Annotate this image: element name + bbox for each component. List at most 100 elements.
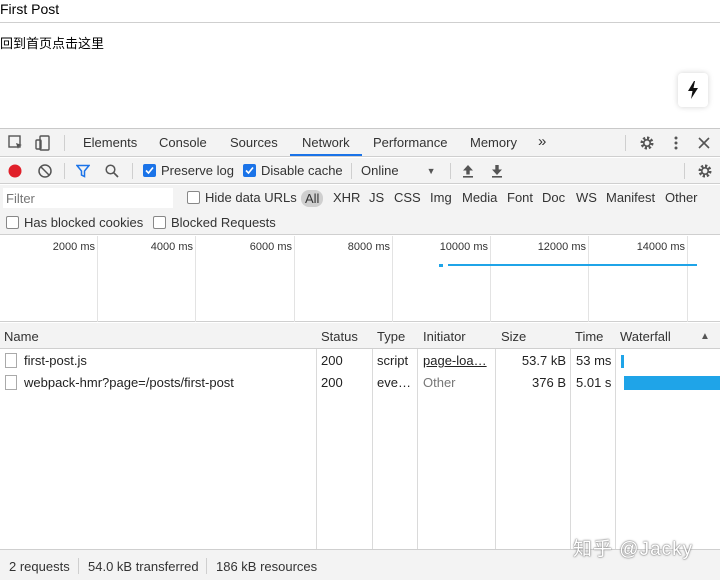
column-header-initiator[interactable]: Initiator: [423, 329, 466, 344]
checkbox-checked: [243, 164, 256, 177]
column-header-waterfall[interactable]: Waterfall: [620, 329, 671, 344]
tab-performance[interactable]: Performance: [373, 135, 447, 150]
page-content: First Post 回到首页点击这里: [0, 0, 720, 128]
record-icon[interactable]: [8, 164, 22, 178]
type-filter-manifest[interactable]: Manifest: [606, 190, 655, 205]
waterfall-bar: [621, 355, 624, 368]
table-row[interactable]: webpack-hmr?page=/posts/first-post 200 e…: [0, 372, 720, 394]
search-icon[interactable]: [105, 164, 119, 178]
requests-table: Name Status Type Initiator Size Time Wat…: [0, 323, 720, 549]
active-tab-indicator: [290, 154, 362, 156]
divider: [684, 163, 685, 179]
request-size: 376 B: [532, 375, 566, 390]
filter-input[interactable]: [3, 188, 173, 208]
type-filter-doc[interactable]: Doc: [542, 190, 565, 205]
tick-label: 2000 ms: [52, 241, 95, 253]
sort-ascending-icon[interactable]: ▲: [700, 331, 710, 342]
clear-icon[interactable]: [38, 164, 52, 178]
column-header-time[interactable]: Time: [575, 329, 603, 344]
column-header-type[interactable]: Type: [377, 329, 405, 344]
tab-elements[interactable]: Elements: [83, 135, 137, 150]
watermark: 知乎 @Jacky: [573, 539, 694, 560]
type-filter-img[interactable]: Img: [430, 190, 452, 205]
request-count: 2 requests: [9, 559, 70, 574]
request-bar: [448, 264, 697, 266]
preserve-log-checkbox[interactable]: Preserve log: [143, 163, 234, 178]
divider: [64, 135, 65, 151]
tab-sources[interactable]: Sources: [230, 135, 278, 150]
devtools-panel: Elements Console Sources Network Perform…: [0, 128, 720, 580]
disable-cache-checkbox[interactable]: Disable cache: [243, 163, 343, 178]
type-filter-js[interactable]: JS: [369, 190, 384, 205]
request-time: 53 ms: [576, 353, 612, 368]
gridline: [392, 236, 393, 322]
divider: [64, 163, 65, 179]
device-icon[interactable]: [34, 134, 52, 152]
request-name: webpack-hmr?page=/posts/first-post: [24, 375, 234, 390]
tab-memory[interactable]: Memory: [470, 135, 517, 150]
more-tabs-button[interactable]: »: [538, 133, 546, 150]
has-blocked-cookies-checkbox[interactable]: Has blocked cookies: [6, 215, 143, 230]
gear-icon[interactable]: [697, 163, 713, 179]
request-initiator-link[interactable]: page-loa…: [423, 353, 487, 368]
column-header-status[interactable]: Status: [321, 329, 358, 344]
resources-size: 186 kB resources: [216, 559, 318, 574]
close-icon[interactable]: [695, 134, 713, 152]
divider: [351, 163, 352, 179]
table-row[interactable]: first-post.js 200 script page-loa… 53.7 …: [0, 350, 720, 372]
divider: [625, 135, 626, 151]
tab-network[interactable]: Network: [302, 135, 350, 150]
waterfall-bar: [624, 376, 720, 390]
checkbox-unchecked: [6, 216, 19, 229]
inspect-icon[interactable]: [7, 134, 25, 152]
tick-label: 12000 ms: [537, 241, 586, 253]
gear-icon[interactable]: [638, 134, 656, 152]
type-filter-other[interactable]: Other: [665, 190, 698, 205]
throttling-select[interactable]: Online ▼: [361, 163, 436, 178]
request-status: 200: [321, 353, 343, 368]
upload-icon[interactable]: [461, 164, 475, 178]
tab-console[interactable]: Console: [159, 135, 207, 150]
home-link[interactable]: 回到首页点击这里: [0, 33, 104, 52]
request-status: 200: [321, 375, 343, 390]
chevron-down-icon: ▼: [426, 165, 436, 176]
request-type: script: [377, 353, 409, 368]
type-filter-media[interactable]: Media: [462, 190, 497, 205]
filter-icon[interactable]: [76, 164, 90, 178]
gridline: [687, 236, 688, 322]
filter-bar: Hide data URLs All XHR JS CSS Img Media …: [0, 185, 720, 235]
type-filter-all[interactable]: All: [301, 190, 324, 207]
checkbox-label: Has blocked cookies: [24, 215, 144, 230]
download-icon[interactable]: [490, 164, 504, 178]
tick-label: 10000 ms: [439, 241, 488, 253]
hide-data-urls-checkbox[interactable]: Hide data URLs: [187, 190, 297, 205]
checkbox-checked: [143, 164, 156, 177]
divider: [78, 558, 79, 574]
blocked-requests-checkbox[interactable]: Blocked Requests: [153, 215, 276, 230]
checkbox-label: Blocked Requests: [171, 215, 276, 230]
divider: [132, 163, 133, 179]
type-filter-font[interactable]: Font: [507, 190, 533, 205]
request-name: first-post.js: [24, 353, 87, 368]
gridline: [195, 236, 196, 322]
file-icon: [5, 375, 17, 390]
type-filter-ws[interactable]: WS: [576, 190, 597, 205]
column-header-name[interactable]: Name: [4, 329, 39, 344]
tick-label: 14000 ms: [636, 241, 685, 253]
transferred-size: 54.0 kB transferred: [88, 559, 199, 574]
timeline-overview[interactable]: 2000 ms 4000 ms 6000 ms 8000 ms 10000 ms…: [0, 236, 720, 322]
column-header-size[interactable]: Size: [501, 329, 526, 344]
checkbox-unchecked: [187, 191, 200, 204]
file-icon: [5, 353, 17, 368]
page-title: First Post: [0, 1, 60, 17]
kebab-icon[interactable]: [667, 134, 685, 152]
request-initiator: Other: [423, 375, 456, 390]
tick-label: 6000 ms: [249, 241, 292, 253]
divider: [450, 163, 451, 179]
request-size: 53.7 kB: [521, 353, 566, 368]
type-filter-xhr[interactable]: XHR: [333, 190, 360, 205]
type-filter-css[interactable]: CSS: [394, 190, 421, 205]
request-bar: [439, 264, 443, 267]
gridline: [294, 236, 295, 322]
lightning-icon[interactable]: [678, 73, 708, 107]
